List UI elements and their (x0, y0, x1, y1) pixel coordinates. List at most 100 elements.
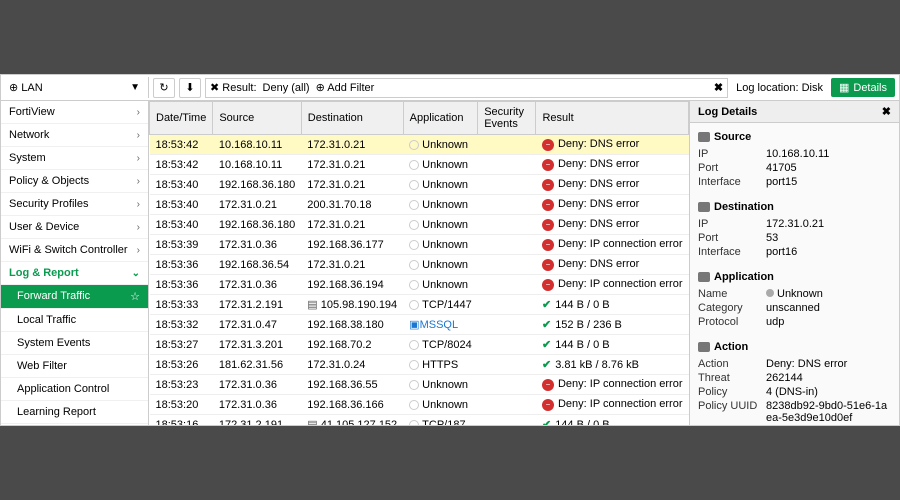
body: FortiView›Network›System›Policy & Object… (1, 101, 899, 425)
table-row[interactable]: 18:53:40172.31.0.21200.31.70.18Unknown−D… (150, 195, 689, 215)
detail-value: port15 (766, 176, 891, 188)
main: Date/TimeSourceDestinationApplicationSec… (149, 101, 899, 425)
detail-key: Port (698, 232, 766, 244)
log-table-wrap[interactable]: Date/TimeSourceDestinationApplicationSec… (149, 101, 689, 425)
table-row[interactable]: 18:53:36172.31.0.36192.168.36.194Unknown… (150, 275, 689, 295)
deny-icon: − (542, 399, 554, 411)
detail-section: Action ActionDeny: DNS errorThreat262144 P… (690, 333, 899, 425)
app-icon (409, 200, 419, 210)
chevron-icon: ⌄ (132, 268, 140, 279)
detail-key: Protocol (698, 316, 766, 328)
column-header[interactable]: Date/Time (150, 102, 213, 135)
detail-key: Policy UUID (698, 400, 766, 424)
details-button[interactable]: Details (831, 78, 895, 97)
nav-subitem[interactable]: Application Control (1, 378, 148, 401)
table-row[interactable]: 18:53:4210.168.10.11172.31.0.21Unknown−D… (150, 155, 689, 175)
table-row[interactable]: 18:53:39172.31.0.36192.168.36.177Unknown… (150, 235, 689, 255)
detail-row: Threat262144 (698, 371, 891, 385)
lan-selector[interactable]: ⊕ LAN ▼ (1, 77, 149, 98)
chevron-icon: › (137, 176, 140, 187)
app-icon (409, 280, 419, 290)
detail-key: IP (698, 218, 766, 230)
detail-row: Categoryunscanned (698, 301, 891, 315)
nav-label: WiFi & Switch Controller (9, 244, 128, 256)
column-header[interactable]: Source (213, 102, 301, 135)
app-icon (409, 360, 419, 370)
clear-filter-icon[interactable]: ✖ (714, 81, 723, 94)
check-icon: ✔ (542, 319, 551, 331)
table-row[interactable]: 18:53:23172.31.0.36192.168.36.55Unknown−… (150, 375, 689, 395)
nav-subitem[interactable]: Learning Report (1, 401, 148, 424)
download-button[interactable]: ⬇ (179, 78, 201, 98)
detail-section: Application NameUnknownCategoryunscannedP… (690, 263, 899, 333)
filter-prefix: ✖ Result: (210, 81, 257, 94)
nav-item[interactable]: Log & Report ⌄ (1, 262, 148, 285)
column-header[interactable]: Application (403, 102, 478, 135)
detail-section-title: Destination (698, 201, 891, 213)
table-row[interactable]: 18:53:32172.31.0.47192.168.38.180▣MSSQL✔… (150, 315, 689, 335)
nav-item[interactable]: Policy & Objects› (1, 170, 148, 193)
app-icon (409, 400, 419, 410)
nav-label: Application Control (17, 383, 109, 395)
refresh-button[interactable]: ↻ (153, 78, 175, 98)
detail-section-title: Source (698, 131, 891, 143)
detail-section-title: Application (698, 271, 891, 283)
detail-value: 8238db92-9bd0-51e6-1aea-5e3d9e10d0ef (766, 400, 891, 424)
add-filter-button[interactable]: ⊕ Add Filter (316, 81, 375, 94)
nav-subitem[interactable]: System Events (1, 332, 148, 355)
filter-value: Deny (all) (263, 82, 310, 94)
close-icon[interactable]: ✖ (882, 105, 891, 118)
app-icon: ▣ (409, 319, 419, 331)
deny-icon: − (542, 219, 554, 231)
column-header[interactable]: Destination (301, 102, 403, 135)
column-header[interactable]: Result (536, 102, 689, 135)
detail-value: unscanned (766, 302, 891, 314)
detail-key: Interface (698, 176, 766, 188)
log-table: Date/TimeSourceDestinationApplicationSec… (149, 101, 689, 425)
detail-section-title: Action (698, 341, 891, 353)
detail-row: Interfaceport15 (698, 175, 891, 189)
toolbar: ↻ ⬇ ✖ Result: Deny (all) ⊕ Add Filter ✖ … (149, 78, 899, 98)
detail-row: NameUnknown (698, 287, 891, 301)
detail-value: 4 (DNS-in) (766, 386, 891, 398)
deny-icon: − (542, 379, 554, 391)
detail-key: Port (698, 162, 766, 174)
detail-row: Port41705 (698, 161, 891, 175)
nav-subitem[interactable]: Local Traffic (1, 309, 148, 332)
column-header[interactable]: Security Events (478, 102, 536, 135)
table-row[interactable]: 18:53:36192.168.36.54172.31.0.21Unknown−… (150, 255, 689, 275)
detail-row: ActionDeny: DNS error (698, 357, 891, 371)
table-row[interactable]: 18:53:16172.31.2.191▤41.105.127.152TCP/1… (150, 415, 689, 426)
deny-icon: − (542, 239, 554, 251)
table-row[interactable]: 18:53:20172.31.0.36192.168.36.166Unknown… (150, 395, 689, 415)
table-row[interactable]: 18:53:33172.31.2.191▤105.98.190.194TCP/1… (150, 295, 689, 315)
nav-item[interactable]: System› (1, 147, 148, 170)
detail-section: SourceIP10.168.10.11Port41705Interfacepo… (690, 123, 899, 193)
nav-subitem[interactable]: Forward Traffic☆ (1, 285, 148, 309)
nav-subitem[interactable]: Log Settings (1, 424, 148, 425)
table-row[interactable]: 18:53:27172.31.3.201192.168.70.2TCP/8024… (150, 335, 689, 355)
table-row[interactable]: 18:53:4210.168.10.11172.31.0.21Unknown−D… (150, 135, 689, 155)
app-icon (409, 340, 419, 350)
nav-item[interactable]: WiFi & Switch Controller› (1, 239, 148, 262)
star-icon: ☆ (130, 290, 140, 303)
nav-item[interactable]: Security Profiles› (1, 193, 148, 216)
check-icon: ✔ (542, 419, 551, 425)
nav-item[interactable]: User & Device› (1, 216, 148, 239)
table-row[interactable]: 18:53:26181.62.31.56172.31.0.24HTTPS✔3.8… (150, 355, 689, 375)
nav-item[interactable]: FortiView› (1, 101, 148, 124)
nav-item[interactable]: Network› (1, 124, 148, 147)
top-bar: ⊕ LAN ▼ ↻ ⬇ ✖ Result: Deny (all) ⊕ Add F… (1, 75, 899, 101)
filter-bar[interactable]: ✖ Result: Deny (all) ⊕ Add Filter ✖ (205, 78, 728, 98)
nav-subitem[interactable]: Web Filter (1, 355, 148, 378)
detail-value: Unknown (766, 288, 891, 300)
nav-label: Log & Report (9, 267, 79, 279)
log-details-panel: Log Details ✖ SourceIP10.168.10.11Port41… (689, 101, 899, 425)
nav-label: FortiView (9, 106, 55, 118)
sidebar: FortiView›Network›System›Policy & Object… (1, 101, 149, 425)
table-row[interactable]: 18:53:40192.168.36.180172.31.0.21Unknown… (150, 175, 689, 195)
app-icon (409, 260, 419, 270)
deny-icon: − (542, 179, 554, 191)
detail-value: 53 (766, 232, 891, 244)
table-row[interactable]: 18:53:40192.168.36.180172.31.0.21Unknown… (150, 215, 689, 235)
